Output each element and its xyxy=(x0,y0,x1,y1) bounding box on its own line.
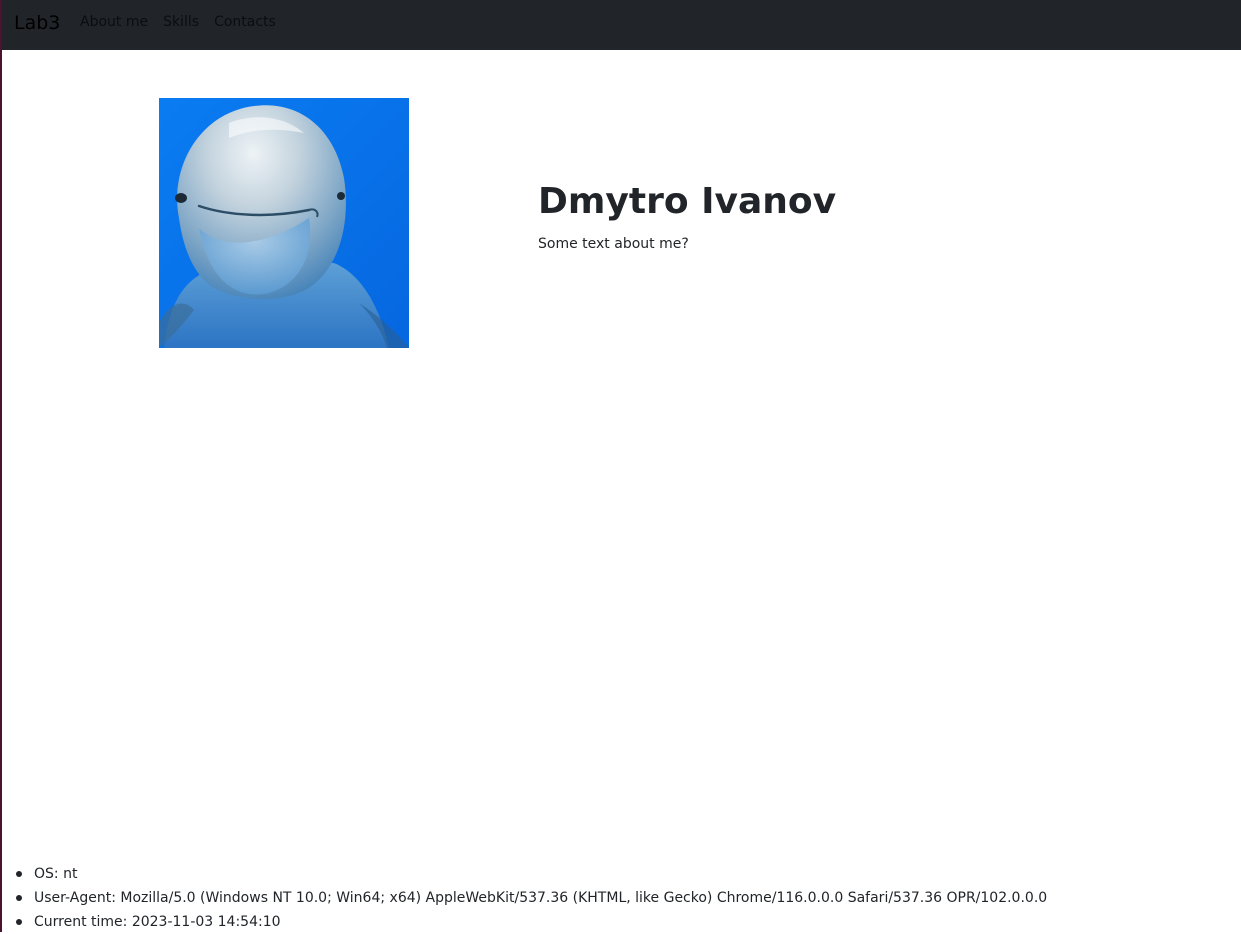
profile-photo xyxy=(159,98,409,348)
dolphin-image xyxy=(159,98,409,348)
info-user-agent-text: User-Agent: Mozilla/5.0 (Windows NT 10.0… xyxy=(34,890,1048,906)
info-current-time-text: Current time: 2023-11-03 14:54:10 xyxy=(34,914,281,930)
profile-about-text: Some text about me? xyxy=(538,236,689,252)
info-current-time: Current time: 2023-11-03 14:54:10 xyxy=(16,910,1047,934)
nav-link-about-me[interactable]: About me xyxy=(80,14,148,31)
navbar-brand[interactable]: Lab3 xyxy=(14,12,60,34)
nav-link-skills[interactable]: Skills xyxy=(163,14,199,31)
nav-links: About me Skills Contacts xyxy=(80,14,276,31)
info-os-text: OS: nt xyxy=(34,866,78,882)
info-os: OS: nt xyxy=(16,862,1047,886)
nav-link-contacts[interactable]: Contacts xyxy=(214,14,276,31)
profile-name: Dmytro Ivanov xyxy=(538,181,837,222)
bullet-icon xyxy=(16,895,22,901)
info-user-agent: User-Agent: Mozilla/5.0 (Windows NT 10.0… xyxy=(16,886,1048,910)
window-left-border xyxy=(0,0,2,932)
bullet-icon xyxy=(16,919,22,925)
top-navbar: Lab3 About me Skills Contacts xyxy=(2,0,1241,50)
bullet-icon xyxy=(16,871,22,877)
system-info-list: OS: nt User-Agent: Mozilla/5.0 (Windows … xyxy=(16,862,1048,934)
